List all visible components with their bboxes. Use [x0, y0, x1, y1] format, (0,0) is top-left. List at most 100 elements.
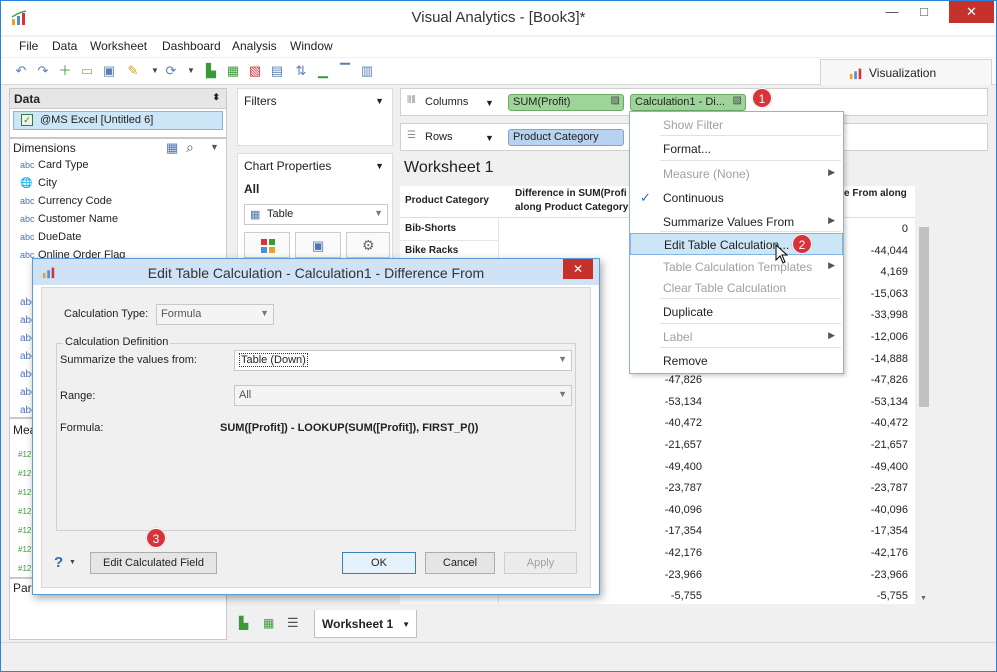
calculation1-pill[interactable]: Calculation1 - Di... ▨ — [630, 94, 746, 111]
product-category-pill[interactable]: Product Category — [508, 129, 624, 146]
filters-shelf[interactable]: Filters ▼ — [237, 88, 393, 146]
maximize-button[interactable]: □ — [910, 1, 938, 23]
rows-dropdown-icon[interactable]: ▼ — [485, 133, 494, 143]
apply-button[interactable]: Apply — [504, 552, 577, 574]
dimension-label: Currency Code — [38, 195, 112, 207]
ok-button[interactable]: OK — [342, 552, 416, 574]
menu-window[interactable]: Window — [290, 39, 333, 53]
context-menu-item[interactable]: Format... — [630, 138, 843, 160]
new-worksheet-icon[interactable]: ▙ — [203, 63, 219, 79]
fit-icon[interactable]: ▥ — [359, 63, 375, 79]
edit-calculated-field-button[interactable]: Edit Calculated Field — [90, 552, 217, 574]
chevron-down-icon: ▼ — [374, 208, 383, 218]
dropdown-icon[interactable]: ▼ — [183, 63, 199, 79]
chart-type-select[interactable]: ▦ Table ▼ — [244, 204, 388, 225]
data-source-item[interactable]: ✓ @MS Excel [Untitled 6] — [13, 111, 223, 130]
context-menu-item[interactable]: Measure (None) ▶ — [630, 163, 843, 185]
context-menu-item[interactable]: Summarize Values From ▶ — [630, 211, 843, 233]
undo-icon[interactable]: ↶ — [13, 63, 29, 79]
help-dropdown-icon[interactable]: ▼ — [69, 559, 76, 566]
sort-ascending-icon[interactable]: ▁ — [315, 63, 331, 79]
sheet-list-icon[interactable]: ☰ — [287, 615, 299, 631]
scrollbar-thumb[interactable] — [919, 227, 929, 407]
columns-icon: ⦀⦀ — [407, 95, 416, 106]
minimize-button[interactable]: — — [878, 1, 906, 23]
swap-icon[interactable]: ⇅ — [293, 63, 309, 79]
dialog-close-button[interactable]: ✕ — [563, 259, 593, 279]
size-mark-button[interactable]: ▣ — [295, 232, 341, 258]
visualization-tab[interactable]: Visualization — [820, 59, 992, 85]
context-menu-label: Clear Table Calculation — [663, 281, 787, 295]
range-select[interactable]: All ▼ — [234, 385, 572, 406]
dimension-item[interactable]: 🌐 City — [20, 177, 57, 195]
context-menu-label: Edit Table Calculation... — [664, 238, 790, 252]
open-folder-icon[interactable]: ▭ — [79, 63, 95, 79]
dimension-item[interactable]: abc Card Type — [20, 159, 89, 177]
submenu-arrow-icon: ▶ — [828, 215, 835, 225]
color-mark-button[interactable] — [244, 232, 290, 258]
context-menu-item[interactable]: Label ▶ — [630, 326, 843, 348]
redo-icon[interactable]: ↷ — [35, 63, 51, 79]
clear-sheet-icon[interactable]: ▧ — [247, 63, 263, 79]
dimension-item[interactable]: abc Currency Code — [20, 195, 112, 213]
sort-arrows-icon[interactable]: ⬍ — [212, 92, 220, 103]
dimension-item[interactable]: abc DueDate — [20, 231, 81, 249]
duplicate-icon[interactable]: ▤ — [269, 63, 285, 79]
refresh-icon[interactable]: ⟳ — [163, 63, 179, 79]
settings-mark-button[interactable]: ⚙ — [346, 232, 390, 258]
step-badge-1: 1 — [752, 88, 772, 108]
context-menu-item[interactable]: Remove — [630, 350, 843, 372]
context-menu-label: Format... — [663, 142, 712, 156]
menu-analysis[interactable]: Analysis — [232, 39, 277, 53]
save-icon[interactable]: ▣ — [101, 63, 117, 79]
rows-label: Rows — [425, 131, 453, 143]
context-menu-item[interactable]: Clear Table Calculation — [630, 277, 843, 299]
context-menu-item[interactable]: Duplicate — [630, 301, 843, 323]
new-icon[interactable]: ＋ — [57, 63, 73, 79]
menu-separator — [660, 160, 841, 161]
formula-value: SUM([Profit]) - LOOKUP(SUM([Profit]), FI… — [220, 422, 479, 434]
sheet-tab-dropdown-icon[interactable]: ▼ — [402, 620, 410, 629]
table-cell-value: -23,787 — [870, 482, 908, 495]
menu-worksheet[interactable]: Worksheet — [90, 39, 147, 53]
sum-profit-pill[interactable]: SUM(Profit) ▨ — [508, 94, 624, 111]
table-cell-value: -23,966 — [870, 568, 908, 581]
table-cell-value: -17,354 — [664, 525, 702, 538]
table-scrollbar[interactable]: ▼ — [917, 213, 931, 604]
calc-type-select[interactable]: Formula ▼ — [156, 304, 274, 325]
dimensions-dropdown-icon[interactable]: ▼ — [210, 142, 219, 152]
menu-data[interactable]: Data — [52, 39, 77, 53]
search-icon[interactable]: ⌕ — [186, 139, 194, 156]
menu-file[interactable]: File — [19, 39, 38, 53]
table-view-icon[interactable]: ▦ — [166, 140, 178, 156]
close-button[interactable]: ✕ — [949, 1, 994, 23]
sum-profit-pill-label: SUM(Profit) — [513, 96, 571, 108]
menu-dashboard[interactable]: Dashboard — [162, 39, 221, 53]
context-menu-item[interactable]: ✓ Continuous — [630, 187, 843, 209]
new-dashboard-icon[interactable]: ▦ — [225, 63, 241, 79]
filters-dropdown-icon[interactable]: ▼ — [375, 96, 384, 106]
dropdown-icon[interactable]: ▼ — [147, 63, 163, 79]
chart-properties-all[interactable]: All — [244, 182, 259, 196]
highlight-icon[interactable]: ✎ — [125, 63, 141, 79]
header-difference-line2: along Product Category — [515, 202, 629, 213]
help-icon[interactable]: ? — [54, 554, 63, 571]
context-menu-item[interactable]: Table Calculation Templates ▶ — [630, 256, 843, 278]
submenu-arrow-icon: ▶ — [828, 167, 835, 177]
dimension-item[interactable]: abc Customer Name — [20, 213, 118, 231]
scroll-down-icon[interactable]: ▼ — [920, 595, 927, 602]
header-difference-from: e From along — [844, 188, 907, 199]
calc-definition-group: Calculation Definition — [56, 336, 576, 531]
worksheet-1-tab[interactable]: Worksheet 1 ▼ — [314, 610, 417, 638]
chart-properties-dropdown-icon[interactable]: ▼ — [375, 161, 384, 171]
context-menu-item[interactable]: Show Filter — [630, 114, 843, 136]
dimension-label: Card Type — [38, 159, 89, 171]
summarize-select[interactable]: Table (Down) ▼ — [234, 350, 572, 371]
new-dashboard-tab-icon[interactable]: ▦ — [263, 616, 274, 630]
string-type-icon: abc — [20, 196, 35, 206]
cancel-button[interactable]: Cancel — [425, 552, 495, 574]
columns-dropdown-icon[interactable]: ▼ — [485, 98, 494, 108]
new-worksheet-tab-icon[interactable]: ▙ — [239, 616, 248, 630]
sort-descending-icon[interactable]: ▔ — [337, 63, 353, 79]
dialog-title: Edit Table Calculation - Calculation1 - … — [147, 265, 485, 281]
